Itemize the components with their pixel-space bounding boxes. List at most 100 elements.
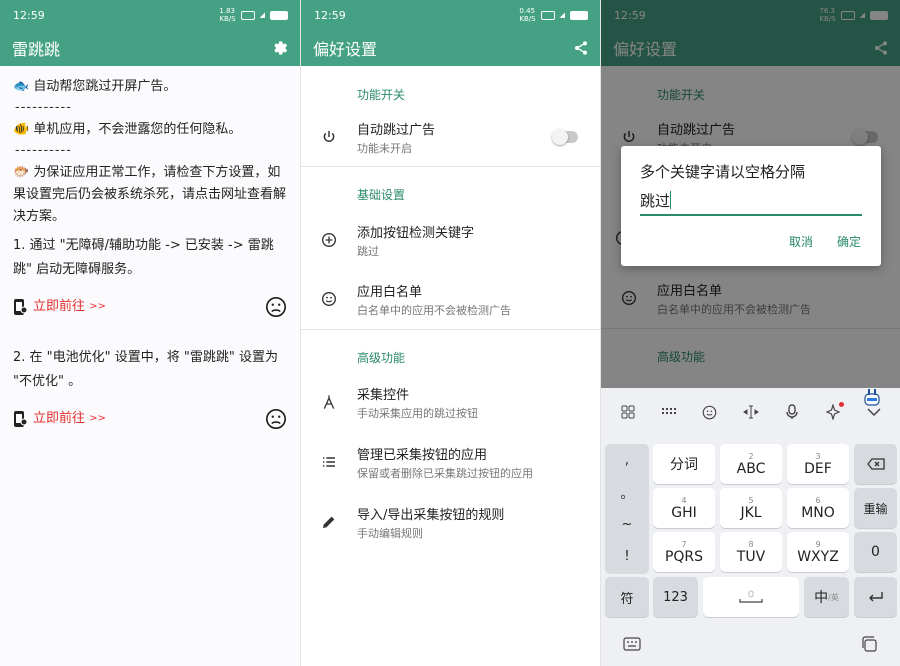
pref-manage-apps[interactable]: 管理已采集按钮的应用保留或者删除已采集跳过按钮的应用	[301, 432, 600, 492]
cursor-move-icon[interactable]	[743, 404, 759, 420]
key-tilde[interactable]: ~	[605, 508, 649, 540]
status-time: 12:59	[314, 8, 346, 22]
pref-import-export[interactable]: 导入/导出采集按钮的规则 手动编辑规则	[301, 492, 600, 552]
phone-settings-icon	[14, 299, 27, 315]
pref-collect-title: 采集控件	[357, 387, 410, 403]
fish-icon: 🐟	[13, 79, 30, 94]
step-accessibility: 1. 通过 "无障碍/辅助功能 -> 已安装 -> 雷跳跳" 启动无障碍服务。	[13, 238, 274, 277]
enter-key[interactable]	[854, 577, 897, 617]
pref-whitelist[interactable]: 应用白名单白名单中的应用不会被检测广告	[301, 269, 600, 329]
pref-keywords-title: 添加按钮检测关键字	[357, 225, 475, 241]
power-icon	[301, 129, 357, 145]
status-icons: 0.45 KB/S ◢	[519, 7, 588, 23]
key-comma[interactable]: ,	[605, 444, 649, 476]
emoji-icon[interactable]	[702, 404, 718, 420]
gear-icon[interactable]	[271, 39, 289, 57]
symbol-key[interactable]: 符	[605, 577, 649, 617]
page-title: 偏好设置	[313, 40, 378, 59]
sim-icon	[540, 10, 555, 20]
key-3[interactable]: 3 DEF	[787, 444, 849, 484]
auto-skip-toggle[interactable]	[552, 129, 578, 145]
go-row-battery: 立即前往 >>	[13, 406, 287, 432]
pref-manage-summary: 保留或者删除已采集跳过按钮的应用	[357, 466, 533, 480]
divider-dashes: ----------	[15, 100, 72, 115]
pref-keywords[interactable]: 添加按钮检测关键字 跳过	[301, 211, 600, 269]
keyword-dialog: 多个关键字请以空格分隔 跳过 取消 确定	[621, 146, 881, 266]
key-9[interactable]: 9 WXYZ	[787, 532, 849, 572]
divider-dashes: ----------	[15, 143, 72, 158]
theme-sparkle-icon[interactable]	[825, 402, 845, 420]
text-caret	[670, 191, 672, 209]
key-period[interactable]: 。	[605, 476, 649, 508]
pref-auto-skip-summary: 功能未开启	[357, 141, 412, 155]
chevron-down-icon[interactable]	[866, 404, 882, 420]
preferences-screen: 12:59 0.45 KB/S ◢ 偏好设置 功能开关 自动跳过广告 功能未开启 基…	[300, 0, 600, 666]
key-6[interactable]: 6 MNO	[787, 488, 849, 528]
battery-icon	[570, 10, 588, 20]
section-feature-switch: 功能开关	[357, 88, 406, 102]
keyboard-toolbar	[601, 388, 900, 436]
pref-collect-controls[interactable]: 采集控件手动采集应用的跳过按钮	[301, 372, 600, 432]
list-icon	[301, 454, 357, 470]
space-key[interactable]	[703, 577, 799, 617]
pref-collect-summary: 手动采集应用的跳过按钮	[357, 406, 478, 420]
status-time: 12:59	[13, 8, 45, 22]
backspace-key[interactable]	[854, 444, 897, 484]
app-title: 雷跳跳	[12, 40, 61, 59]
key-5[interactable]: 5 JKL	[720, 488, 782, 528]
keyboard-layout-icon[interactable]	[661, 404, 677, 420]
intro-line-2: 🐠 单机应用，不会泄露您的任何隐私。	[13, 122, 242, 137]
pref-import-summary: 手动编辑规则	[357, 526, 423, 540]
key-2[interactable]: 2 ABC	[720, 444, 782, 484]
key-4[interactable]: 4 GHI	[653, 488, 715, 528]
number-key[interactable]: 123	[653, 577, 698, 617]
sim-icon	[240, 10, 255, 20]
status-bar: 12:59 0.45 KB/S ◢	[301, 0, 600, 30]
language-key[interactable]: 中/英	[804, 577, 849, 617]
keyboard-nav-row	[601, 622, 900, 666]
apps-grid-icon[interactable]	[620, 404, 636, 420]
go-accessibility-link[interactable]: 立即前往 >>	[13, 296, 106, 318]
go-battery-link[interactable]: 立即前往 >>	[13, 408, 106, 430]
blowfish-icon: 🐡	[13, 165, 30, 180]
key-exclaim[interactable]: !	[605, 540, 649, 572]
pref-auto-skip[interactable]: 自动跳过广告 功能未开启	[301, 108, 600, 166]
sad-face-icon	[266, 297, 286, 317]
enter-icon	[868, 592, 883, 602]
step-battery: 2. 在 "电池优化" 设置中，将 "雷跳跳" 设置为 "不优化" 。	[13, 350, 278, 389]
pref-whitelist-title: 应用白名单	[357, 284, 423, 300]
smiley-icon	[301, 291, 357, 307]
cancel-button[interactable]: 取消	[789, 233, 813, 250]
phone-settings-icon	[14, 411, 27, 427]
wifi-icon: ◢	[259, 11, 265, 19]
key-0[interactable]: 0	[854, 532, 897, 572]
keyboard-icon[interactable]	[623, 637, 641, 651]
app-bar: 雷跳跳	[0, 30, 300, 66]
pref-auto-skip-title: 自动跳过广告	[357, 122, 436, 138]
net-speed: 1.83 KB/S	[219, 7, 236, 23]
net-speed: 0.45 KB/S	[519, 7, 536, 23]
punctuation-column[interactable]: , 。 ~ !	[605, 444, 649, 574]
app-bar: 偏好设置	[301, 30, 600, 66]
keyword-input[interactable]: 跳过	[640, 190, 862, 216]
pref-manage-title: 管理已采集按钮的应用	[357, 447, 488, 463]
key-1[interactable]: 分词	[653, 444, 715, 484]
pencil-icon	[301, 514, 357, 530]
status-bar: 12:59 1.83 KB/S ◢	[0, 0, 300, 30]
retype-key[interactable]: 重输	[854, 488, 897, 528]
intro-line-3: 🐡 为保证应用正常工作，请检查下方设置，如果设置完后仍会被系统杀死，请点击网址查…	[13, 165, 287, 224]
confirm-button[interactable]: 确定	[837, 233, 861, 250]
intro-line-1: 🐟 自动帮您跳过开屏广告。	[13, 79, 177, 94]
intro-content: 🐟 自动帮您跳过开屏广告。 ---------- 🐠 单机应用，不会泄露您的任何…	[0, 66, 300, 432]
pref-whitelist-summary: 白名单中的应用不会被检测广告	[357, 303, 511, 317]
key-7[interactable]: 7 PQRS	[653, 532, 715, 572]
microphone-icon[interactable]	[784, 404, 800, 420]
key-8[interactable]: 8 TUV	[720, 532, 782, 572]
share-icon[interactable]	[573, 40, 589, 56]
backspace-icon	[866, 458, 885, 470]
compass-icon	[301, 394, 357, 410]
tropical-fish-icon: 🐠	[13, 122, 30, 137]
clipboard-icon[interactable]	[861, 636, 879, 652]
go-row-accessibility: 立即前往 >>	[13, 294, 287, 320]
keyword-dialog-screen: 12:59 76.3KB/S ◢ 偏好设置 功能开关 自动跳过广告功能未开启 应…	[600, 0, 900, 666]
